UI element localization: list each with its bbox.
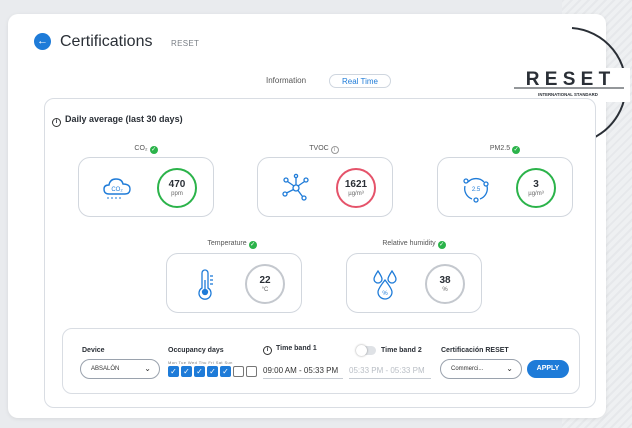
thermometer-icon [198,269,213,300]
device-label: Device [82,347,105,354]
page-title: Certifications [60,33,153,50]
pm25-card[interactable]: 2.5 3 µg/m³ [437,157,573,217]
co2-value: 470 [168,179,186,190]
co2-value-ring: 470 ppm [157,168,197,208]
tvoc-card[interactable]: 1621 µg/m³ [257,157,393,217]
checkbox-tue[interactable]: ✓ [181,366,192,377]
check-icon: ✓ [248,241,257,249]
daily-average-heading: i Daily average (last 30 days) [52,114,183,127]
day-labels: Mon Tue Wed Thu Fri Sat Sun [168,360,233,365]
tab-real-time[interactable]: Real Time [329,74,391,88]
page-subtitle: RESET [171,39,200,48]
svg-text:2.5: 2.5 [472,187,481,193]
info-icon[interactable]: i [330,146,339,154]
apply-button[interactable]: APPLY [527,360,569,378]
occupancy-checkboxes: ✓ ✓ ✓ ✓ ✓ [168,366,257,377]
tvoc-value-ring: 1621 µg/m³ [336,168,376,208]
time-band-1-label: i Time band 1 [263,345,317,355]
time-band-2-range[interactable]: 05:33 PM - 05:33 PM [349,366,425,375]
tvoc-title: TVOC i [264,145,384,154]
check-icon: ✓ [437,241,446,249]
check-icon: ✓ [149,146,158,154]
co2-title: CO₂ ✓ [134,145,158,154]
check-icon: ✓ [512,146,521,154]
certification-select[interactable]: Commerci... ⌄ [440,359,522,379]
checkbox-fri[interactable]: ✓ [220,366,231,377]
temperature-value-ring: 22 °C [245,264,285,304]
time-band-2-toggle[interactable] [356,345,376,356]
occupancy-label: Occupancy days [168,347,224,354]
checkbox-sun[interactable] [246,366,257,377]
pm25-value-ring: 3 µg/m³ [516,168,556,208]
logo-tagline: INTERNATIONAL STANDARD [538,92,598,97]
time-band-2-label: Time band 2 [381,347,422,354]
molecule-icon [282,173,309,201]
info-icon: i [52,118,61,127]
time-band-1-range[interactable]: 09:00 AM - 05:33 PM [263,366,338,375]
time-band-2-underline [349,378,431,379]
chevron-down-icon: ⌄ [144,364,151,373]
co2-unit: ppm [171,191,183,197]
checkbox-mon[interactable]: ✓ [168,366,179,377]
temperature-card[interactable]: 22 °C [166,253,302,313]
certification-label: Certificación RESET [441,347,509,354]
logo-wordmark: R E S E T [526,69,611,90]
humidity-title: Relative humidity ✓ [382,240,446,249]
checkbox-wed[interactable]: ✓ [194,366,205,377]
svg-text:%: % [382,291,388,297]
svg-text:CO₂: CO₂ [111,187,123,193]
temperature-value: 22 [259,275,271,286]
tab-information[interactable]: Information [266,74,306,88]
humidity-unit: % [442,287,448,293]
chevron-down-icon: ⌄ [506,364,513,373]
back-arrow-icon[interactable]: ← [34,33,51,50]
pm25-title: PM2.5 ✓ [489,145,521,154]
particles-icon: 2.5 [463,177,489,203]
tvoc-unit: µg/m³ [348,191,364,197]
co2-card[interactable]: CO₂ 470 ppm [78,157,214,217]
time-band-1-underline [263,378,343,379]
droplets-icon: % [373,269,397,300]
device-select[interactable]: ABSALÓN ⌄ [80,359,160,379]
humidity-value: 38 [439,275,451,286]
pm25-value: 3 [533,179,539,190]
humidity-card[interactable]: % 38 % [346,253,482,313]
cloud-co2-icon: CO₂ [103,178,131,199]
temperature-title: Temperature ✓ [207,240,257,249]
pm25-unit: µg/m³ [528,191,544,197]
checkbox-sat[interactable] [233,366,244,377]
humidity-value-ring: 38 % [425,264,465,304]
tvoc-value: 1621 [344,179,368,190]
checkbox-thu[interactable]: ✓ [207,366,218,377]
clock-icon: i [263,346,272,355]
temperature-unit: °C [261,287,269,293]
